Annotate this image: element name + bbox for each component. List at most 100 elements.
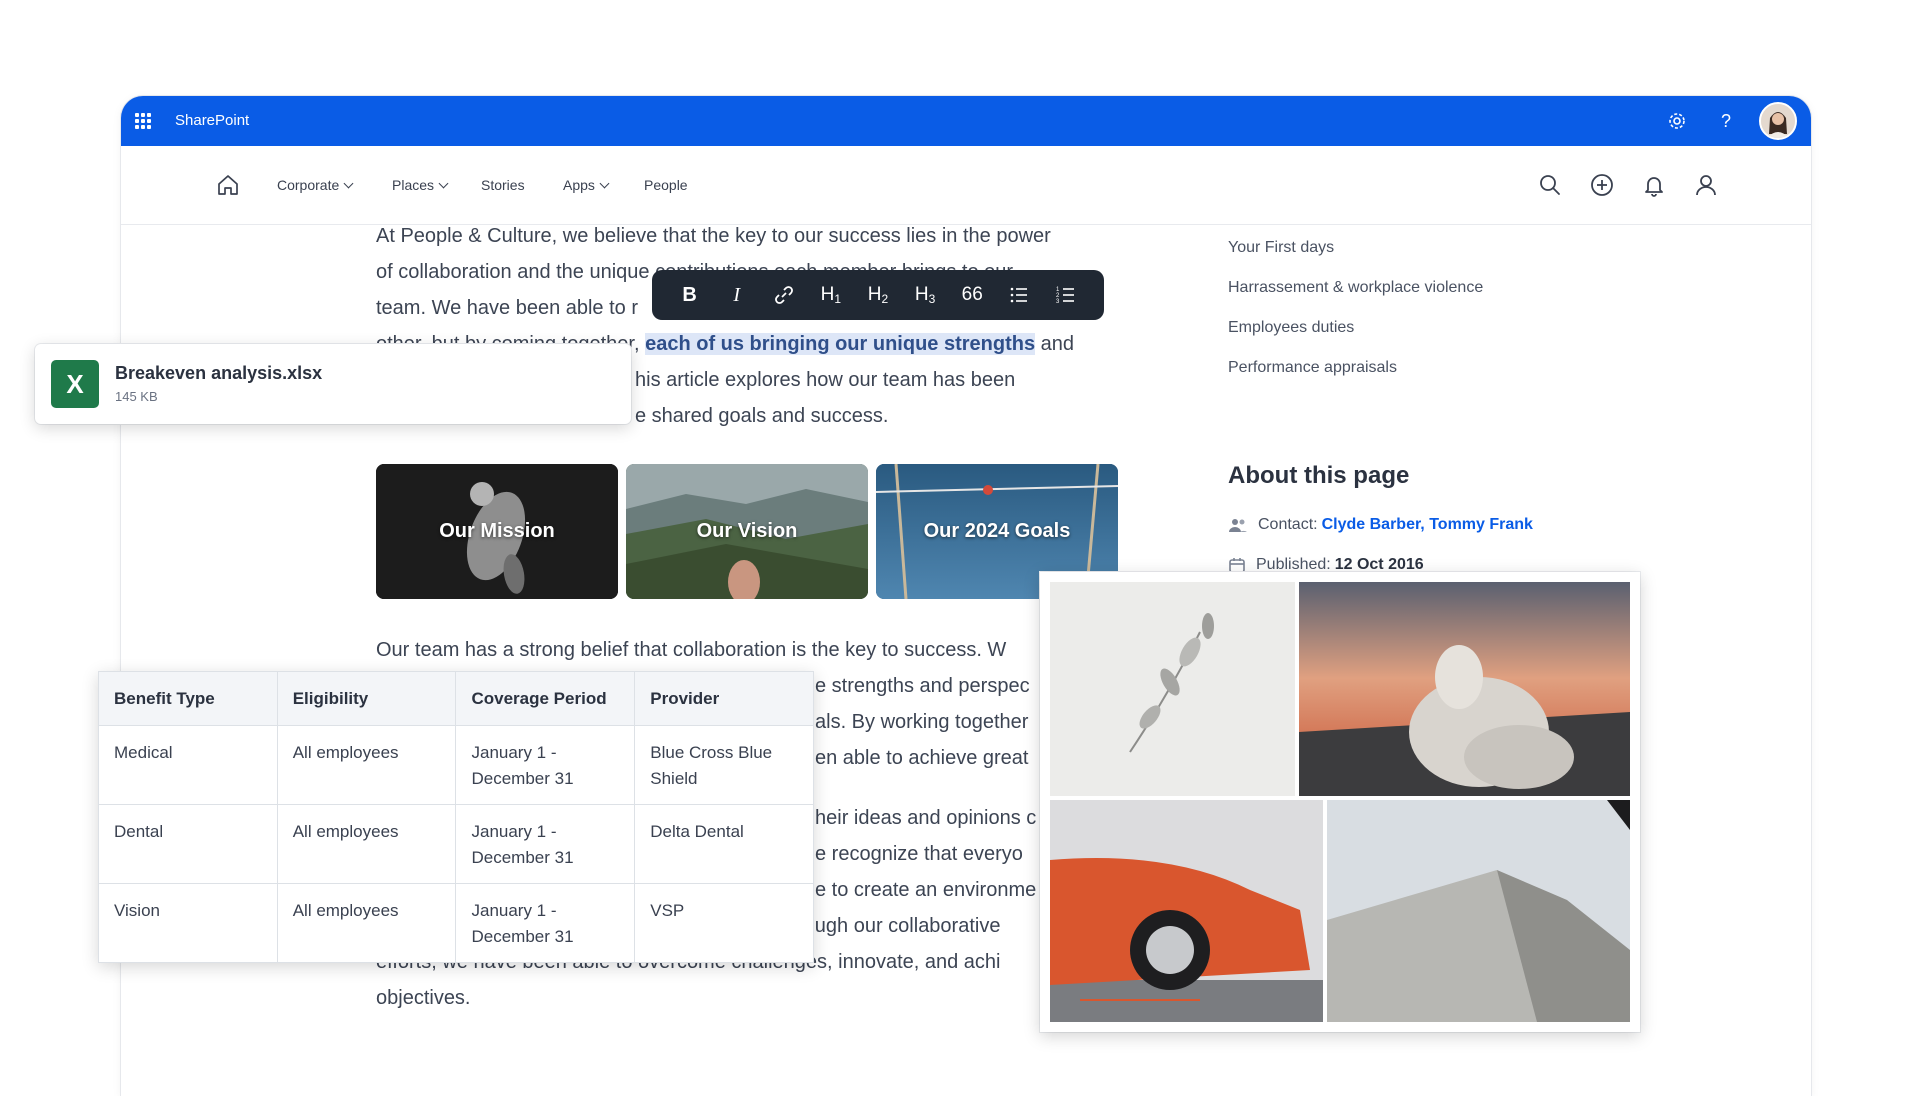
gallery-image-sheep[interactable] [1299, 582, 1630, 796]
heading-2-level: 2 [881, 292, 889, 306]
heading-1-level: 1 [834, 292, 842, 306]
table-cell[interactable]: VSP [634, 883, 814, 963]
heading-2-letter: H [867, 284, 882, 305]
gallery-image-building[interactable] [1327, 800, 1630, 1022]
cell-line: Delta Dental [650, 822, 744, 841]
cell-line: January 1 - [471, 822, 557, 841]
table-header-row: Benefit Type Eligibility Coverage Period… [98, 671, 814, 726]
nav-corporate[interactable]: Corporate [277, 177, 354, 193]
site-navigation: Corporate Places Stories Apps People [121, 146, 1811, 225]
settings-icon[interactable] [1665, 109, 1689, 133]
sidebar-link-first-days[interactable]: Your First days [1228, 239, 1334, 257]
contact-row: Contact: Clyde Barber, Tommy Frank [1228, 516, 1533, 534]
add-circle-icon[interactable] [1588, 171, 1616, 199]
table-cell[interactable]: Dental [98, 804, 278, 884]
bell-icon[interactable] [1640, 171, 1668, 199]
file-attachment-card[interactable]: X Breakeven analysis.xlsx 145 KB [35, 344, 631, 424]
cell-line: December 31 [471, 927, 574, 946]
table-cell[interactable]: Blue Cross Blue Shield [634, 725, 814, 805]
column-header: Provider [634, 671, 814, 726]
contact-label: Contact: [1258, 516, 1318, 533]
cell-line: Blue Cross Blue [650, 743, 773, 762]
gallery-image-car[interactable] [1050, 800, 1323, 1022]
person-icon[interactable] [1692, 171, 1720, 199]
excel-file-icon: X [51, 360, 99, 408]
card-title: Our Vision [696, 520, 798, 542]
nav-stories-label: Stories [481, 177, 525, 193]
file-size: 145 KB [115, 389, 158, 404]
nav-people-label: People [644, 177, 688, 193]
people-icon [1229, 519, 1247, 532]
home-icon[interactable] [215, 172, 241, 198]
quote-button[interactable]: 66 [949, 270, 996, 320]
table-cell[interactable]: January 1 - December 31 [455, 883, 636, 963]
user-avatar[interactable] [1759, 102, 1797, 140]
nav-stories[interactable]: Stories [481, 177, 525, 193]
bullet-list-button[interactable] [996, 270, 1043, 320]
sidebar-link-performance[interactable]: Performance appraisals [1228, 359, 1397, 377]
table-cell[interactable]: All employees [276, 804, 457, 884]
cell-line: December 31 [471, 769, 574, 788]
table-cell[interactable]: January 1 - December 31 [455, 725, 636, 805]
heading-3-level: 3 [928, 292, 936, 306]
italic-button[interactable]: I [713, 270, 760, 320]
app-launcher-icon[interactable] [135, 113, 151, 129]
table-row: Vision All employees January 1 - December… [98, 883, 814, 963]
table-cell[interactable]: All employees [276, 725, 457, 805]
card-title: Our 2024 Goals [923, 520, 1071, 542]
app-title[interactable]: SharePoint [175, 112, 249, 129]
sidebar-link-harassment[interactable]: Harrassement & workplace violence [1228, 279, 1483, 297]
about-this-page-title: About this page [1228, 462, 1410, 489]
table-cell[interactable]: Vision [98, 883, 278, 963]
chevron-down-icon [343, 178, 354, 188]
article-line: Our team has a strong belief that collab… [376, 639, 1007, 661]
image-gallery [1040, 572, 1640, 1032]
nav-apps[interactable]: Apps [563, 177, 610, 193]
bold-button[interactable]: B [666, 270, 713, 320]
nav-apps-label: Apps [563, 177, 595, 193]
numbered-list-button[interactable]: 123 [1043, 270, 1090, 320]
bullet-list-icon [1011, 287, 1028, 303]
help-icon[interactable]: ? [1714, 109, 1738, 133]
formatting-toolbar: B I H1 H2 H3 66 123 [652, 270, 1104, 320]
nav-corporate-label: Corporate [277, 177, 340, 193]
heading-1-letter: H [820, 284, 835, 305]
column-header: Eligibility [276, 671, 457, 726]
card-our-mission[interactable]: Our Mission [376, 464, 618, 599]
numbered-list-icon: 123 [1056, 287, 1075, 305]
highlighted-text[interactable]: each of us bringing our unique strengths [645, 333, 1036, 355]
cell-line: January 1 - [471, 901, 557, 920]
table-cell[interactable]: All employees [276, 883, 457, 963]
heading-3-letter: H [914, 284, 929, 305]
article-line: At People & Culture, we believe that the… [376, 225, 1051, 247]
search-icon[interactable] [1536, 171, 1564, 199]
table-row: Medical All employees January 1 - Decembe… [98, 725, 814, 805]
table-cell[interactable]: Medical [98, 725, 278, 805]
table-cell[interactable]: Delta Dental [634, 804, 814, 884]
nav-places-label: Places [392, 177, 435, 193]
contact-link[interactable]: Clyde Barber, [1322, 516, 1425, 533]
column-header: Coverage Period [455, 671, 636, 726]
table-cell[interactable]: January 1 - December 31 [455, 804, 636, 884]
nav-places[interactable]: Places [392, 177, 449, 193]
column-header: Benefit Type [98, 671, 278, 726]
gallery-image-plant[interactable] [1050, 582, 1295, 796]
nav-people[interactable]: People [644, 177, 688, 193]
chevron-down-icon [599, 178, 610, 188]
sidebar-link-employee-duties[interactable]: Employees duties [1228, 319, 1354, 337]
cell-line: January 1 - [471, 743, 557, 762]
card-title: Our Mission [439, 520, 555, 542]
heading-1-button[interactable]: H1 [807, 270, 854, 320]
contact-link[interactable]: Tommy Frank [1429, 516, 1533, 533]
svg-text:3: 3 [1056, 299, 1060, 305]
cell-line: VSP [650, 901, 685, 920]
link-button[interactable] [760, 270, 807, 320]
chevron-down-icon [438, 178, 449, 188]
heading-2-button[interactable]: H2 [854, 270, 901, 320]
table-row: Dental All employees January 1 - December… [98, 804, 814, 884]
heading-3-button[interactable]: H3 [902, 270, 949, 320]
file-name: Breakeven analysis.xlsx [115, 363, 323, 383]
article-line-part: and [1040, 333, 1075, 355]
card-our-vision[interactable]: Our Vision [626, 464, 868, 599]
cell-line: Shield [650, 769, 698, 788]
